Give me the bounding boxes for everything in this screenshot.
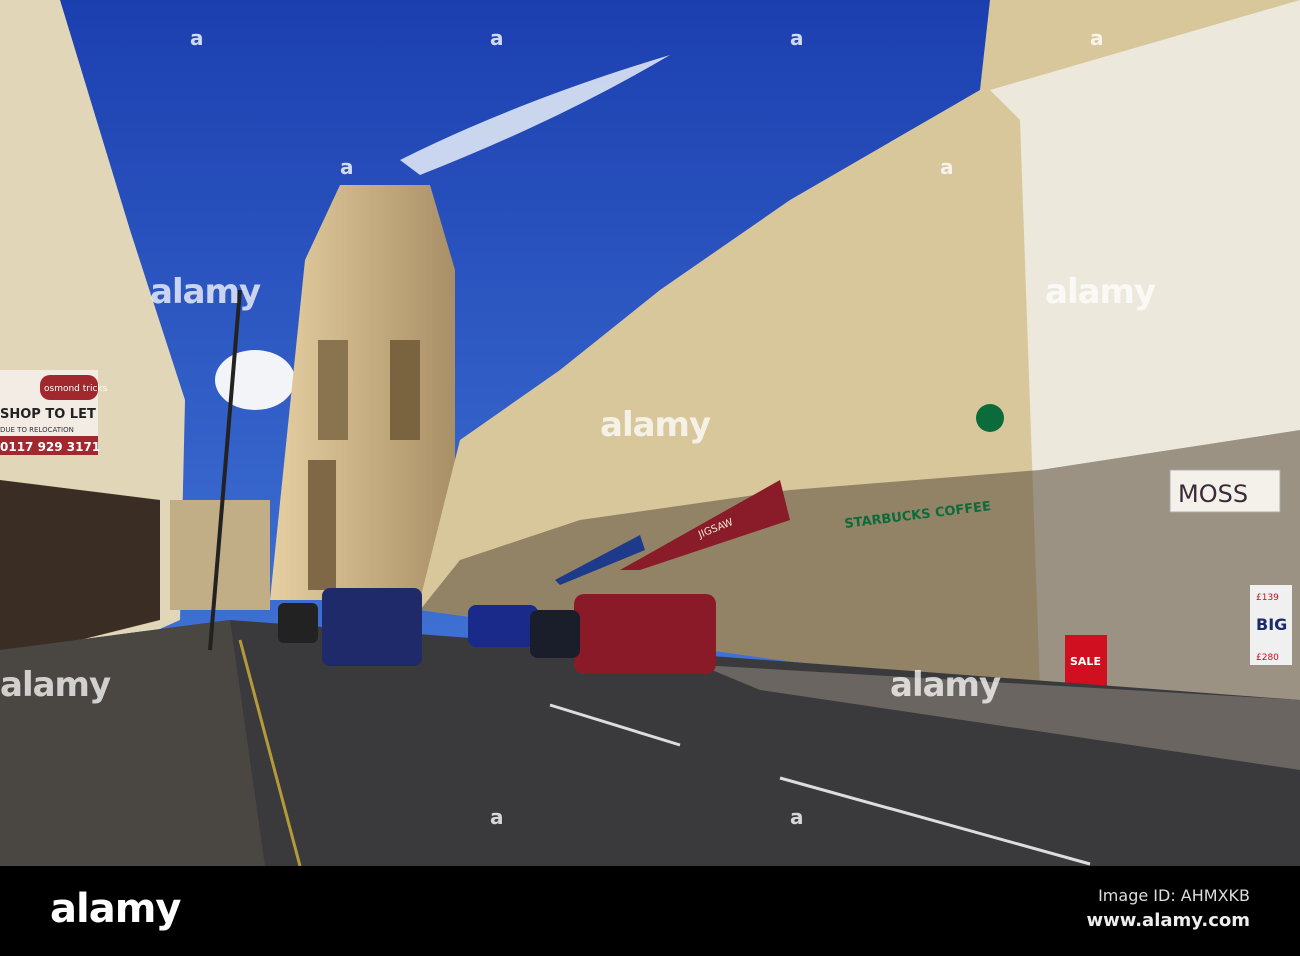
agent-brand: osmond tricks [44,384,108,394]
watermark-letter: a [790,805,804,829]
left-pavement [0,620,265,866]
watermark: alamy [600,405,711,445]
watermark-letter: a [490,26,504,50]
stock-photo: JIGSAW STARBUCKS COFFEE MOSS BIG £139 £2… [0,0,1300,956]
watermark: alamy [150,272,261,312]
moss-sign: MOSS [1178,480,1248,508]
watermark-letter: a [940,155,954,179]
footer-bar: alamy Image ID: AHMXKB www.alamy.com [0,866,1300,956]
price-1: £139 [1256,593,1279,603]
big-poster-text: BIG [1256,615,1287,634]
site-url: www.alamy.com [1086,910,1250,931]
watermark: alamy [1045,272,1156,312]
dark-car [530,610,580,658]
watermark-letter: a [190,26,204,50]
image-id: Image ID: AHMXKB [1098,886,1250,905]
alamy-logo: alamy [50,886,181,932]
tower-window [308,460,336,590]
relocation-text: DUE TO RELOCATION [0,426,74,434]
watermark-letter: a [790,26,804,50]
watermark: alamy [0,665,111,705]
watermark: alamy [890,665,1001,705]
tower-window [318,340,348,440]
shop-to-let-text: SHOP TO LET [0,407,96,422]
blue-van [322,588,422,666]
watermark-letter: a [340,155,354,179]
cloud [215,350,295,410]
watermark-letter: a [1090,26,1104,50]
tower-window [390,340,420,440]
red-car [574,594,716,674]
price-2: £280 [1256,653,1279,663]
starbucks-logo [976,404,1004,432]
sale-board-text: SALE [1070,655,1101,668]
parked-car [278,603,318,643]
watermark-letter: a [490,805,504,829]
phone-number: 0117 929 3171 [0,440,100,454]
blue-car [468,605,538,647]
